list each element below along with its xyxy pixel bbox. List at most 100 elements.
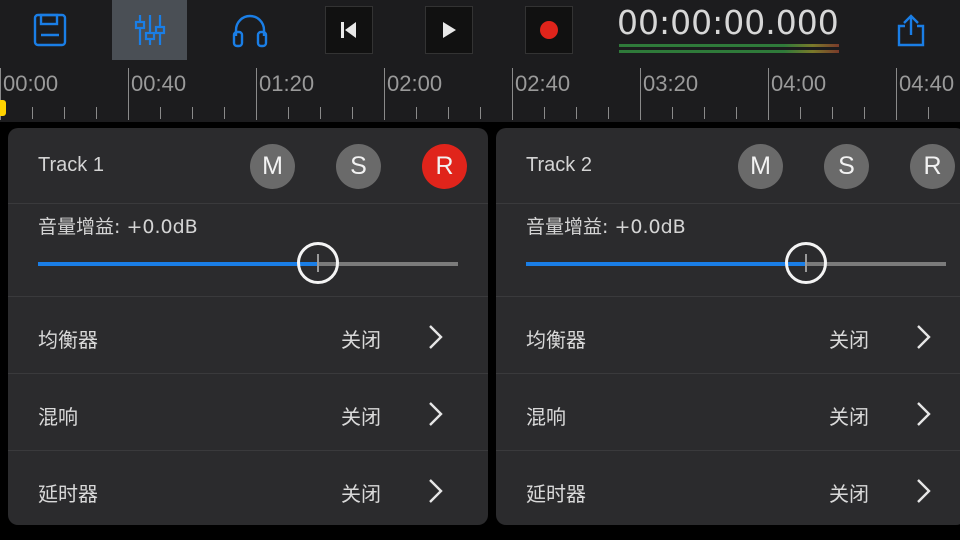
ruler-major-tick [640,68,641,120]
save-button[interactable] [22,0,78,60]
effect-state: 关闭 [341,328,381,352]
divider [496,450,960,451]
chevron-right-icon [429,402,443,426]
ruler-minor-tick [672,107,673,119]
gain-slider-fill [526,262,807,266]
track-panel: Track 1 M S R 音量增益: +0.0dB 均衡器 关闭 混响 关闭 … [8,128,488,525]
ruler-minor-tick [96,107,97,119]
effect-state: 关闭 [829,405,869,429]
toolbar: 00:00:00.000 [0,0,960,60]
level-meter-left [619,44,839,47]
record-icon [540,21,558,39]
solo-button[interactable]: S [336,144,381,189]
ruler-label: 03:20 [643,71,699,96]
track-header: Track 2 M S R [496,128,960,204]
effect-name: 均衡器 [526,328,586,352]
ruler-minor-tick [320,107,321,119]
headphones-button[interactable] [222,0,278,60]
skip-back-icon [341,22,356,38]
effect-row-equalizer[interactable]: 均衡器 关闭 [496,300,960,376]
divider [8,296,488,297]
ruler-major-tick [768,68,769,120]
ruler-label: 04:40 [899,71,955,96]
track-panel: Track 2 M S R 音量增益: +0.0dB 均衡器 关闭 混响 关闭 … [496,128,960,525]
effect-row-equalizer[interactable]: 均衡器 关闭 [8,300,488,376]
divider [8,450,488,451]
ruler-minor-tick [416,107,417,119]
mixer-button[interactable] [112,0,187,60]
effect-name: 延时器 [38,482,98,506]
effect-state: 关闭 [829,328,869,352]
effect-name: 混响 [38,405,78,429]
share-icon [897,14,925,47]
record-button[interactable] [525,6,573,54]
ruler-label: 00:00 [3,71,59,96]
ruler-label: 04:00 [771,71,827,96]
track-name: Track 2 [526,154,592,176]
ruler-minor-tick [608,107,609,119]
ruler-minor-tick [448,107,449,119]
ruler-minor-tick [224,107,225,119]
ruler-minor-tick [480,107,481,119]
ruler-minor-tick [928,107,929,119]
ruler-major-tick [896,68,897,120]
chevron-right-icon [917,402,931,426]
ruler-minor-tick [288,107,289,119]
effect-row-delay[interactable]: 延时器 关闭 [496,454,960,525]
ruler-label: 02:40 [515,71,571,96]
ruler-minor-tick [544,107,545,119]
effect-row-delay[interactable]: 延时器 关闭 [8,454,488,525]
floppy-disk-icon [33,13,67,47]
ruler-minor-tick [192,107,193,119]
playhead[interactable] [0,100,6,116]
level-meter-right [619,50,839,53]
ruler-label: 00:40 [131,71,187,96]
ruler-major-tick [512,68,513,120]
mute-button[interactable]: M [738,144,783,189]
rewind-button[interactable] [325,6,373,54]
ruler-minor-tick [64,107,65,119]
ruler-major-tick [384,68,385,120]
divider [496,203,960,204]
ruler-major-tick [256,68,257,120]
sliders-icon [134,15,165,45]
ruler-minor-tick [352,107,353,119]
effect-name: 混响 [526,405,566,429]
divider [496,296,960,297]
track-header: Track 1 M S R [8,128,488,204]
play-button[interactable] [425,6,473,54]
gain-value: +0.0dB [614,216,686,238]
record-arm-button[interactable]: R [422,144,467,189]
share-button[interactable] [886,0,936,60]
effect-row-reverb[interactable]: 混响 关闭 [496,377,960,453]
effect-state: 关闭 [341,482,381,506]
gain-label-text: 音量增益: [38,216,121,238]
chevron-right-icon [429,479,443,503]
gain-slider[interactable] [38,262,458,266]
gain-slider-thumb[interactable] [297,242,340,284]
divider [8,203,488,204]
chevron-right-icon [917,325,931,349]
effect-row-reverb[interactable]: 混响 关闭 [8,377,488,453]
gain-slider-thumb[interactable] [785,242,828,284]
gain-slider-fill [38,262,319,266]
gain-label: 音量增益: +0.0dB [526,212,686,239]
play-icon [443,22,456,38]
record-arm-button[interactable]: R [910,144,955,189]
chevron-right-icon [917,479,931,503]
ruler-major-tick [128,68,129,120]
ruler-minor-tick [704,107,705,119]
chevron-right-icon [429,325,443,349]
ruler-minor-tick [736,107,737,119]
ruler-label: 01:20 [259,71,315,96]
timecode-display: 00:00:00.000 [617,3,839,42]
timeline-ruler[interactable]: 00:00 00:40 01:20 02:00 02:40 03:20 04:00 04:40 [0,60,960,122]
effect-name: 延时器 [526,482,586,506]
gain-label: 音量增益: +0.0dB [38,212,198,239]
gain-slider[interactable] [526,262,946,266]
ruler-minor-tick [864,107,865,119]
headphones-icon [232,14,268,48]
mute-button[interactable]: M [250,144,295,189]
solo-button[interactable]: S [824,144,869,189]
ruler-minor-tick [576,107,577,119]
